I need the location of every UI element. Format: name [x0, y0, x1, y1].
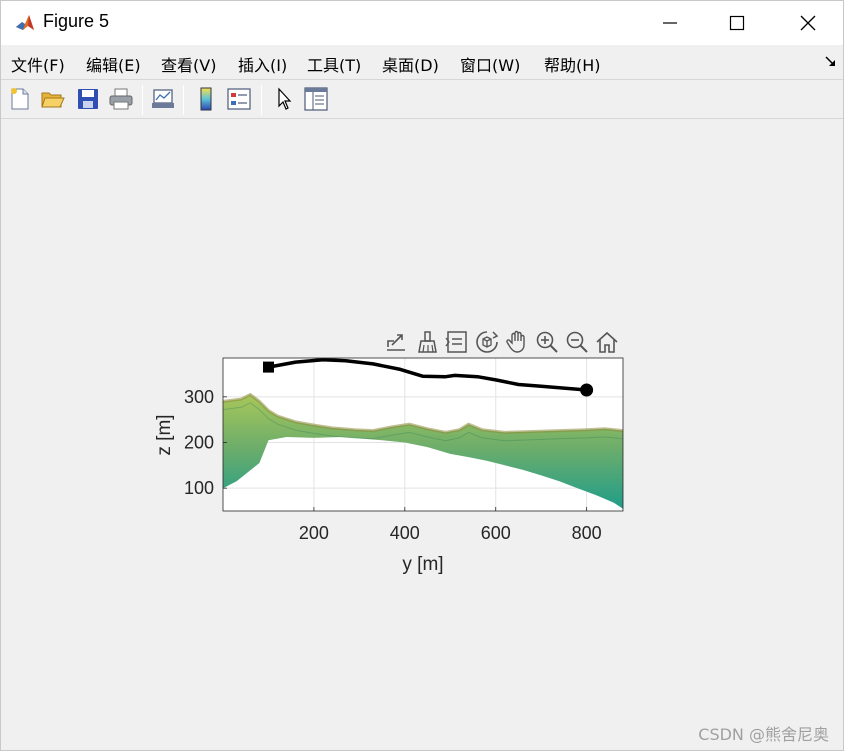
x-tick-label: 200 — [299, 523, 329, 543]
start-marker — [263, 361, 274, 373]
plot-area: 200 400 600 800 100 200 300 y [m] z [m] — [154, 357, 624, 575]
x-tick-label: 600 — [481, 523, 511, 543]
x-axis-label: y [m] — [402, 554, 443, 575]
y-tick-label: 200 — [184, 432, 214, 452]
x-tick-label: 800 — [572, 523, 602, 543]
y-axis-label: z [m] — [154, 414, 175, 455]
y-tick-label: 100 — [184, 478, 214, 498]
y-tick-label: 300 — [184, 387, 214, 407]
goal-marker — [580, 383, 594, 397]
y-axis-ticks: 100 200 300 — [184, 387, 227, 498]
x-tick-label: 400 — [390, 523, 420, 543]
figure-window: Figure 5 文件(F) 编辑(E) 查看(V) 插入(I) 工具(T) 桌… — [0, 0, 844, 751]
x-axis-ticks: 200 400 600 800 — [299, 507, 602, 543]
watermark-text: CSDN @熊舍尼奥 — [698, 725, 829, 744]
